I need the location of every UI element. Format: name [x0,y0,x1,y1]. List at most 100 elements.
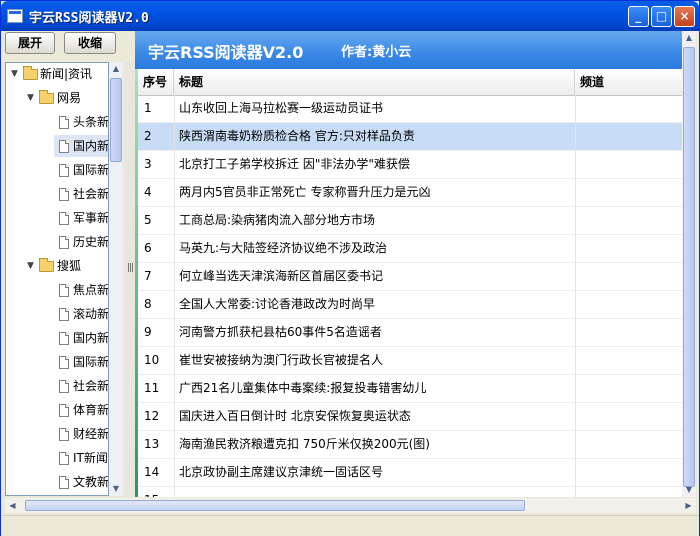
folder-open-icon [39,90,54,104]
tree-item-label: 头条新 [73,115,109,129]
tree-group-wangyi[interactable]: ▼ 网易 [6,87,96,109]
tree-item[interactable]: 国际新 [6,159,108,181]
collapse-toggle-icon[interactable]: ▼ [27,94,36,103]
tree-item-label: 国内新 [73,331,109,345]
table-row[interactable]: 7 何立峰当选天津滨海新区首届区委书记 [138,263,682,291]
tree-item[interactable]: 社会新 [6,183,108,205]
status-bar [1,515,699,536]
tree-item-label: 焦点新 [73,283,109,297]
row-title: 国庆进入百日倒计时 北京安保恢复奥运状态 [179,409,411,423]
tree-item-label: 文教新 [73,475,109,489]
table-row[interactable]: 9 河南警方抓获杞县枯60事件5名造谣者 [138,319,682,347]
page-icon [59,452,69,465]
row-number: 6 [144,241,152,255]
row-title: 河南警方抓获杞县枯60事件5名造谣者 [179,325,382,339]
tree-vertical-scrollbar[interactable]: ▲ ▼ [109,62,123,496]
table-row-selected[interactable]: 2 陕西渭南毒奶粉质检合格 官方:只对样品负责 [138,123,682,151]
tree-item[interactable]: IT新闻 [6,447,108,469]
collapse-toggle-icon[interactable]: ▼ [11,70,20,79]
tree-item[interactable]: 历史新 [6,231,108,253]
column-header-num[interactable]: 序号 [138,69,174,95]
table-row[interactable]: 10 崔世安被接纳为澳门行政长官被提名人 [138,347,682,375]
tree-item[interactable]: 焦点新 [6,279,108,301]
table-row[interactable]: 14 北京政协副主席建议京津统一固话区号 [138,459,682,487]
row-number: 9 [144,325,152,339]
tree-item-label: 国内新 [73,139,109,153]
tree-item[interactable]: 社会新 [6,375,108,397]
header-title: 宇云RSS阅读器V2.0 [148,43,304,62]
window-title: 宇云RSS阅读器V2.0 [29,11,149,26]
row-title: 崔世安被接纳为澳门行政长官被提名人 [179,353,384,367]
page-icon [59,284,69,297]
row-number: 13 [144,437,160,451]
scroll-up-icon[interactable]: ▲ [682,31,696,45]
scroll-down-icon[interactable]: ▼ [109,482,123,496]
table-row[interactable]: 6 马英九:与大陆签经济协议绝不涉及政治 [138,235,682,263]
horizontal-scrollbar[interactable]: ◀ ▶ [5,498,696,513]
row-number: 5 [144,213,152,227]
row-title: 马英九:与大陆签经济协议绝不涉及政治 [179,241,388,255]
table-row[interactable]: 1 山东收回上海马拉松赛一级运动员证书 [138,95,682,123]
table-row[interactable]: 5 工商总局:染病猪肉流入部分地方市场 [138,207,682,235]
table-row[interactable]: 8 全国人大常委:讨论香港政改为时尚早 [138,291,682,319]
page-icon [59,140,69,153]
folder-open-icon [23,66,38,80]
row-title: 工商总局:染病猪肉流入部分地方市场 [179,213,376,227]
tree-item-selected[interactable]: 国内新 [54,135,109,157]
row-title: 山东收回上海马拉松赛一级运动员证书 [179,101,384,115]
table-row[interactable]: 3 北京打工子弟学校拆迁 因"非法办学"难获偿 [138,151,682,179]
tree-item[interactable]: 文教新 [6,471,108,493]
table-vertical-scrollbar[interactable]: ▲ ▼ [682,31,696,497]
page-icon [59,356,69,369]
column-divider [575,95,576,497]
header-banner: 宇云RSS阅读器V2.0 作者:黄小云 [135,31,687,69]
column-header-title[interactable]: 标题 [174,69,575,95]
row-number: 2 [144,129,152,143]
row-number: 1 [144,101,152,115]
tree-item-label: 滚动新 [73,307,109,321]
scroll-thumb[interactable] [683,47,695,487]
column-header-channel[interactable]: 频道 [575,69,682,95]
expand-button[interactable]: 展开 [5,32,55,54]
pane-splitter[interactable] [125,61,135,497]
row-number: 12 [144,409,160,423]
collapse-button[interactable]: 收缩 [64,32,116,54]
scroll-right-icon[interactable]: ▶ [681,498,696,513]
tree-group-label: 网易 [57,91,82,105]
tree-item-label: 国际新 [73,163,109,177]
tree-item[interactable]: 国内新 [6,327,108,349]
page-icon [59,236,69,249]
scroll-left-icon[interactable]: ◀ [5,498,20,513]
tree-item[interactable]: 财经新 [6,423,108,445]
tree-group-sohu[interactable]: ▼ 搜狐 [6,255,96,277]
tree-item[interactable]: 滚动新 [6,303,108,325]
scroll-up-icon[interactable]: ▲ [109,62,123,76]
row-number: 7 [144,269,152,283]
table-row[interactable]: 12 国庆进入百日倒计时 北京安保恢复奥运状态 [138,403,682,431]
title-bar[interactable]: 宇云RSS阅读器V2.0 _ □ × [1,1,699,31]
page-icon [59,428,69,441]
tree-item[interactable]: 军事新 [6,207,108,229]
tree-item-label: 体育新 [73,403,109,417]
tree-item[interactable]: 体育新 [6,399,108,421]
maximize-button[interactable]: □ [651,6,672,27]
scroll-thumb[interactable] [110,78,122,162]
minimize-button[interactable]: _ [628,6,649,27]
table-row[interactable]: 4 两月内5官员非正常死亡 专家称晋升压力是元凶 [138,179,682,207]
row-title: 陕西渭南毒奶粉质检合格 官方:只对样品负责 [179,129,415,143]
tree-item[interactable]: 头条新 [6,111,108,133]
scroll-thumb[interactable] [25,500,525,511]
scroll-down-icon[interactable]: ▼ [682,483,696,497]
collapse-toggle-icon[interactable]: ▼ [27,262,36,271]
close-button[interactable]: × [674,6,695,27]
table-row[interactable]: 15 [138,487,682,497]
tree-root[interactable]: ▼ 新闻|资讯 [6,63,96,85]
table-row[interactable]: 11 广西21名儿童集体中毒案续:报复投毒错害幼儿 [138,375,682,403]
tree-root-label: 新闻|资讯 [40,67,93,81]
page-icon [59,188,69,201]
splitter-grip-icon[interactable]: ||| [127,263,134,273]
column-divider [174,95,175,497]
table-row[interactable]: 13 海南渔民救济粮遭克扣 750斤米仅换200元(图) [138,431,682,459]
tree-item[interactable]: 国际新 [6,351,108,373]
row-number: 4 [144,185,152,199]
